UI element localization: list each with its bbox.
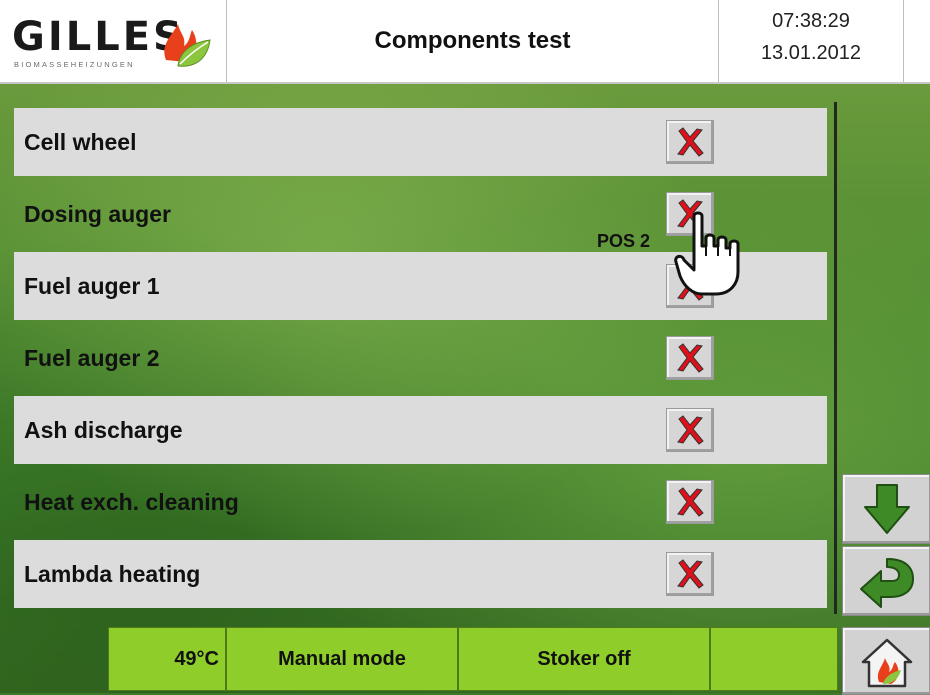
flame-leaf-icon	[164, 24, 211, 67]
gilles-logo: GILLES BIOMASSEHEIZUNGEN	[0, 0, 227, 82]
status-bar: 49°C Manual mode Stoker off	[108, 627, 838, 693]
red-x-icon	[677, 415, 704, 445]
component-label: Ash discharge	[24, 416, 183, 443]
clock-time: 07:38:29	[772, 10, 850, 32]
scroll-divider	[834, 102, 837, 614]
clock-date: 13.01.2012	[760, 42, 862, 64]
temperature-display: 49°C	[108, 627, 226, 691]
toggle-button-ash-discharge[interactable]	[666, 408, 714, 452]
component-row: Ash discharge	[14, 396, 827, 464]
home-button[interactable]	[842, 627, 930, 695]
toggle-button-fuel-auger-2[interactable]	[666, 336, 714, 380]
component-label: Lambda heating	[24, 560, 201, 587]
component-label: Cell wheel	[24, 128, 137, 155]
header-bar: GILLES BIOMASSEHEIZUNGEN Components test…	[0, 0, 930, 84]
toggle-button-lambda-heating[interactable]	[666, 552, 714, 596]
red-x-icon	[677, 559, 704, 589]
clock: 07:38:29 13.01.2012	[719, 0, 904, 82]
component-row: Heat exch. cleaning	[14, 468, 827, 536]
toggle-button-cell-wheel[interactable]	[666, 120, 714, 164]
return-arrow-icon	[860, 558, 914, 608]
component-label: Fuel auger 2	[24, 344, 160, 371]
status-extra	[710, 627, 838, 691]
red-x-icon	[677, 343, 704, 373]
component-label: Heat exch. cleaning	[24, 488, 239, 515]
mode-display: Manual mode	[226, 627, 458, 691]
component-row: Fuel auger 2	[14, 324, 827, 392]
toggle-button-heat-exch-cleaning[interactable]	[666, 480, 714, 524]
arrow-down-icon	[864, 484, 910, 534]
component-row: Cell wheel	[14, 108, 827, 176]
stoker-status: Stoker off	[458, 627, 710, 691]
page-title: Components test	[374, 27, 571, 54]
component-label: Dosing auger	[24, 200, 171, 227]
component-row: Lambda heating	[14, 540, 827, 608]
hand-pointer-icon	[674, 211, 740, 296]
back-button[interactable]	[842, 546, 930, 616]
pointer-position-label: POS 2	[597, 231, 651, 251]
title-cell: Components test	[227, 0, 719, 82]
red-x-icon	[677, 487, 704, 517]
scroll-down-button[interactable]	[842, 474, 930, 544]
home-flame-icon	[861, 638, 913, 688]
red-x-icon	[677, 127, 704, 157]
component-label: Fuel auger 1	[24, 272, 160, 299]
logo-subtext: BIOMASSEHEIZUNGEN	[14, 60, 135, 69]
